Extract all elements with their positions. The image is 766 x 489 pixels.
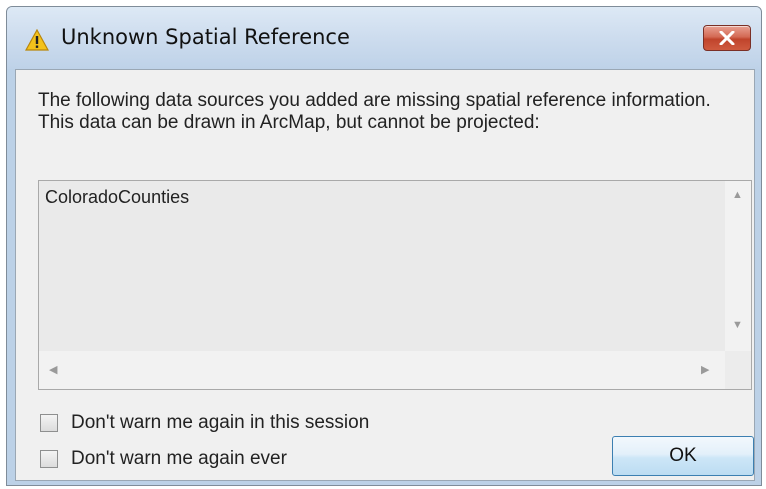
data-sources-list[interactable]: ColoradoCounties ▲ ▼ ◀ ▶ (38, 180, 752, 390)
ok-button[interactable]: OK (612, 436, 754, 476)
checkbox-session-label[interactable]: Don't warn me again in this session (71, 412, 369, 434)
warning-icon (25, 29, 49, 51)
checkbox-ever-label[interactable]: Don't warn me again ever (71, 448, 287, 470)
scroll-left-icon[interactable]: ◀ (49, 363, 57, 376)
checkbox-session[interactable] (40, 414, 58, 432)
scrollbar-corner (725, 351, 751, 389)
close-button[interactable] (703, 25, 751, 51)
vertical-scrollbar[interactable]: ▲ ▼ (725, 181, 751, 351)
list-item[interactable]: ColoradoCounties (45, 187, 189, 208)
dialog-message: The following data sources you added are… (38, 90, 711, 133)
scroll-up-icon[interactable]: ▲ (732, 189, 743, 201)
dialog-body: The following data sources you added are… (15, 69, 755, 481)
close-icon (719, 31, 735, 45)
dialog-window: Unknown Spatial Reference The following … (6, 6, 762, 486)
dialog-title: Unknown Spatial Reference (61, 25, 350, 49)
scroll-down-icon[interactable]: ▼ (732, 319, 743, 331)
checkbox-ever[interactable] (40, 450, 58, 468)
horizontal-scrollbar[interactable]: ◀ ▶ (39, 351, 725, 389)
scroll-right-icon[interactable]: ▶ (701, 363, 709, 376)
title-bar[interactable]: Unknown Spatial Reference (7, 7, 761, 69)
